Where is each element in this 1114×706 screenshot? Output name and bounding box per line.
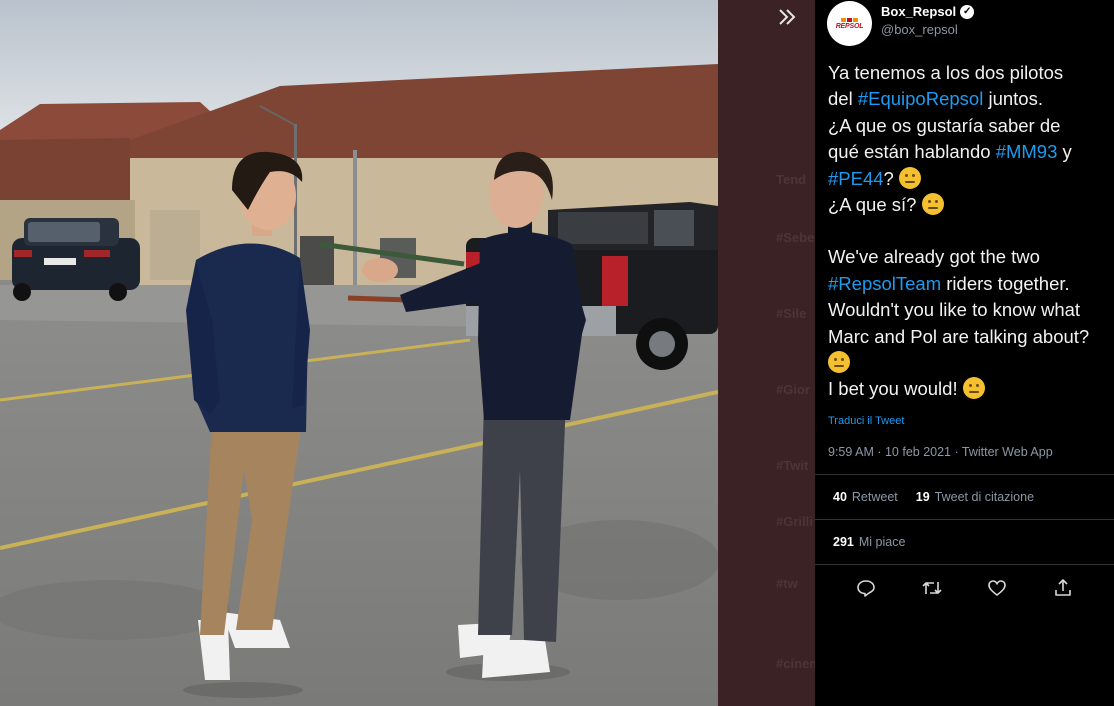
thinking-face-emoji-icon xyxy=(828,351,850,374)
retweet-stats-row: 40 Retweet 19 Tweet di citazione xyxy=(833,490,1034,504)
translate-tweet-link[interactable]: Traduci il Tweet xyxy=(828,415,904,427)
tweet-line: Wouldn't you like to know what xyxy=(828,299,1081,321)
retweet-count[interactable]: 40 Retweet xyxy=(833,490,898,504)
divider xyxy=(815,564,1114,565)
faded-trend-label: #Gior xyxy=(776,382,810,397)
divider xyxy=(815,474,1114,475)
faded-trend-label: Tend xyxy=(776,172,807,187)
like-icon[interactable] xyxy=(985,576,1009,600)
tweet-timestamp[interactable]: 9:59 AM · 10 feb 2021 · Twitter Web App xyxy=(828,445,1053,459)
tweet-line: ¿A que sí? xyxy=(828,192,1112,218)
tweet-line: I bet you would! xyxy=(828,376,1112,402)
hashtag-link[interactable]: #MM93 xyxy=(996,141,1058,162)
tweet-line: #RepsolTeam riders together. xyxy=(828,272,1070,294)
likes-stats-row[interactable]: 291 Mi piace xyxy=(833,535,905,549)
tweet-line: Marc and Pol are talking about? xyxy=(828,325,1090,347)
author-display-name[interactable]: Box_Repsol xyxy=(881,4,956,19)
raised-eyebrow-emoji-icon xyxy=(962,377,985,400)
faded-trend-label: #cinem xyxy=(776,656,815,671)
retweet-icon[interactable] xyxy=(920,576,944,600)
quote-count[interactable]: 19 Tweet di citazione xyxy=(916,490,1034,504)
author-handle[interactable]: @box_repsol xyxy=(881,22,958,37)
tweet-line: Ya tenemos a los dos pilotos xyxy=(828,62,1064,83)
hashtag-link[interactable]: #RepsolTeam xyxy=(828,273,941,294)
hashtag-link[interactable]: #PE44 xyxy=(828,168,884,189)
tweet-panel: REPSOL Box_Repsol ✓ @box_repsol Ya tenem… xyxy=(815,0,1114,706)
tweet-line: qué están hablando #MM93 y xyxy=(828,141,1072,163)
repsol-logo: REPSOL xyxy=(836,17,863,30)
tweet-actions xyxy=(815,570,1114,606)
raised-eyebrow-emoji-icon xyxy=(921,193,944,216)
hashtag-link[interactable]: #EquipoRepsol xyxy=(858,88,983,109)
faded-trend-label: #Sile xyxy=(776,306,807,321)
left-sidebar-strip: Tend #Sebe #Sile #Gior #Twit #Grilli #tw… xyxy=(718,0,815,706)
tweet-line: del #EquipoRepsol juntos. xyxy=(828,88,1043,110)
faded-trend-label: #Twit xyxy=(776,458,809,473)
tweet-text: Ya tenemos a los dos pilotos del #Equipo… xyxy=(828,60,1112,403)
faded-trend-label: #Grilli xyxy=(776,514,813,529)
photo-scene xyxy=(0,0,718,706)
faded-trend-label: #tw xyxy=(776,576,798,591)
tweet-line: ¿A que os gustaría saber de xyxy=(828,114,1061,136)
thinking-face-emoji-icon xyxy=(898,166,921,189)
author-name-row[interactable]: Box_Repsol ✓ xyxy=(881,4,975,19)
avatar[interactable]: REPSOL xyxy=(827,1,872,46)
double-chevron-right-icon[interactable] xyxy=(776,6,798,32)
tweet-line: #PE44? xyxy=(828,166,1112,192)
share-icon[interactable] xyxy=(1051,576,1075,600)
tweet-line: We've already got the two xyxy=(828,246,1040,268)
tweet-line xyxy=(828,350,1112,376)
divider xyxy=(815,519,1114,520)
tweet-photo[interactable] xyxy=(0,0,718,706)
faded-trend-label: #Sebe xyxy=(776,230,815,245)
reply-icon[interactable] xyxy=(854,576,878,600)
verified-badge-icon: ✓ xyxy=(960,4,975,19)
